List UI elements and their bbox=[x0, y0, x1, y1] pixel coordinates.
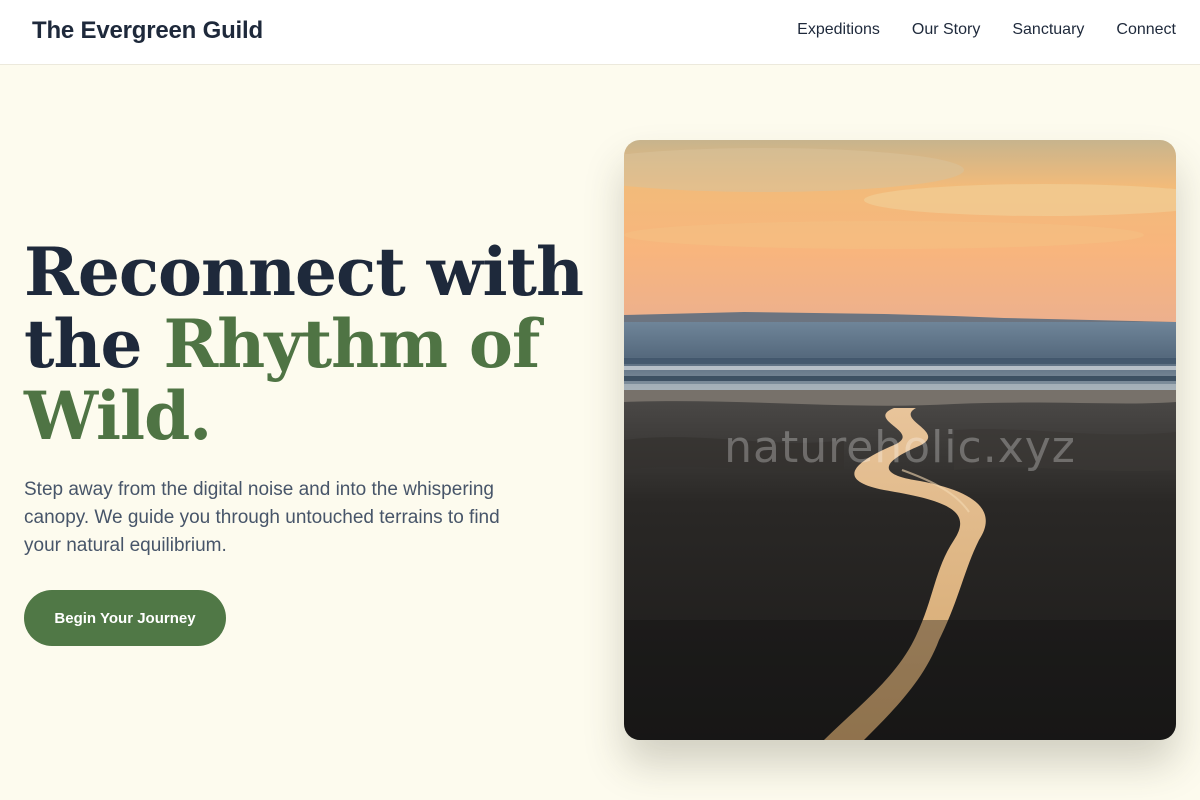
main-nav: Expeditions Our Story Sanctuary Connect bbox=[797, 21, 1176, 39]
nav-link-expeditions[interactable]: Expeditions bbox=[797, 21, 880, 39]
nav-link-sanctuary[interactable]: Sanctuary bbox=[1012, 21, 1084, 39]
hero-title: Reconnect with the Rhythm of Wild. bbox=[24, 236, 584, 452]
nav-link-connect[interactable]: Connect bbox=[1116, 21, 1176, 39]
nav-link-our-story[interactable]: Our Story bbox=[912, 21, 980, 39]
begin-journey-button[interactable]: Begin Your Journey bbox=[24, 590, 226, 646]
brand-logo-text[interactable]: The Evergreen Guild bbox=[32, 17, 263, 45]
top-navbar: The Evergreen Guild Expeditions Our Stor… bbox=[0, 0, 1200, 65]
hero-description: Step away from the digital noise and int… bbox=[24, 479, 500, 556]
hero-landscape-image: natureholic.xyz bbox=[624, 140, 1176, 740]
